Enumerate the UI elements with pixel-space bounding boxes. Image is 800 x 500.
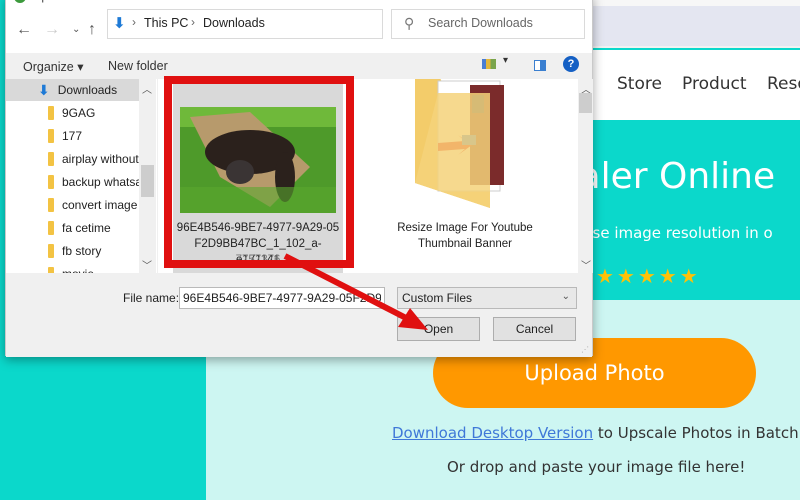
address-bar[interactable]: ⬇ › This PC › Downloads ⌄ ↻ <box>107 9 478 39</box>
file-name-line-3: 7757376 <box>235 254 281 266</box>
scrollbar-thumb[interactable] <box>579 93 592 113</box>
tree-item-177[interactable]: 177 <box>6 125 144 147</box>
drop-hint: Or drop and paste your image file here! <box>447 458 746 476</box>
help-icon[interactable]: ? <box>563 56 579 72</box>
tree-item-convert-image[interactable]: convert image <box>6 194 144 216</box>
browser-toolbar <box>590 0 800 48</box>
tree-item-label: Downloads <box>57 83 118 97</box>
up-arrow-icon[interactable]: ↑ <box>88 21 96 39</box>
dialog-titlebar: Open ✕ <box>6 0 592 7</box>
download-desktop-line: Download Desktop Version to Upscale Phot… <box>392 424 799 442</box>
tree-item-fb-story[interactable]: fb story <box>6 240 144 262</box>
organize-button[interactable]: Organize ▾ <box>23 59 83 74</box>
breadcrumb-this-pc[interactable]: This PC <box>144 16 188 30</box>
tree-item-backup-whatsapp[interactable]: backup whatsa <box>6 171 144 193</box>
change-view-icon[interactable] <box>482 59 496 69</box>
download-suffix: to Upscale Photos in Batch <box>593 424 799 442</box>
close-icon[interactable]: ✕ <box>572 0 582 3</box>
tree-item-label: 9GAG <box>62 106 96 120</box>
tree-item-label: fb story <box>62 244 102 258</box>
scrollbar-thumb[interactable] <box>141 165 154 197</box>
cat-photo-thumbnail <box>180 107 336 213</box>
new-folder-button[interactable]: New folder <box>108 59 168 73</box>
file-item-cat-photo[interactable]: 96E4B546-9BE7-4977-9A29-05 F2D9BB47BC_1_… <box>173 79 343 273</box>
breadcrumb-separator-icon: › <box>132 15 136 29</box>
file-name-label: File name: <box>123 291 180 305</box>
file-list-scrollbar[interactable]: ︿ ﹀ <box>578 79 593 273</box>
dialog-toolbar: Organize ▾ New folder ▾ ? <box>6 53 592 79</box>
folder-name-line-2: Thumbnail Banner <box>418 238 512 250</box>
open-file-dialog: Open ✕ ← → ⌄ ↑ ⬇ › This PC › Downloads ⌄… <box>5 0 593 357</box>
breadcrumb-separator-icon: › <box>191 15 195 29</box>
folder-name-line-1: Resize Image For Youtube <box>397 222 533 234</box>
tree-item-label: 177 <box>62 129 83 143</box>
file-list: 96E4B546-9BE7-4977-9A29-05 F2D9BB47BC_1_… <box>158 79 593 273</box>
search-box[interactable]: ⚲ <box>391 9 585 39</box>
search-icon: ⚲ <box>404 15 415 31</box>
download-desktop-link[interactable]: Download Desktop Version <box>392 424 593 442</box>
tree-item-label: backup whatsa <box>62 175 143 189</box>
tree-item-movie[interactable]: movie <box>6 263 144 273</box>
breadcrumb-downloads[interactable]: Downloads <box>203 16 265 30</box>
tree-item-label: convert image <box>62 198 138 212</box>
file-type-value: Custom Files <box>402 291 473 305</box>
open-button[interactable]: Open <box>397 317 480 341</box>
folder-icon <box>48 221 54 235</box>
recent-locations-chevron-icon[interactable]: ⌄ <box>72 24 80 35</box>
nav-resources[interactable]: Reso <box>767 74 800 94</box>
site-header: Store Product Reso <box>590 50 800 120</box>
dialog-footer: File name: Custom Files ⌄ Open Cancel ⋰ <box>6 273 592 357</box>
file-name-input[interactable] <box>179 287 385 309</box>
folder-preview-icon <box>415 79 504 208</box>
folder-icon <box>48 175 54 189</box>
nav-pane-scrollbar[interactable]: ︿ ﹀ <box>139 79 156 273</box>
folder-icon <box>48 198 54 212</box>
download-location-icon: ⬇ <box>113 15 126 32</box>
folder-icon <box>48 129 54 143</box>
nav-product[interactable]: Product <box>682 74 747 94</box>
rating-stars: ★★★★★ <box>596 266 701 288</box>
navigation-pane: ⬇ Downloads 9GAG 177 airplay without bac… <box>6 79 157 273</box>
app-icon <box>14 0 26 3</box>
file-type-select[interactable]: Custom Files ⌄ <box>397 287 577 309</box>
tree-item-label: airplay without <box>62 152 139 166</box>
folder-icon <box>48 152 54 166</box>
resize-grip-icon[interactable]: ⋰ <box>581 345 589 354</box>
tree-item-9gag[interactable]: 9GAG <box>6 102 144 124</box>
tree-item-airplay[interactable]: airplay without <box>6 148 144 170</box>
tree-item-label: fa cetime <box>62 221 111 235</box>
nav-store[interactable]: Store <box>617 74 662 94</box>
search-input[interactable] <box>428 16 578 30</box>
scroll-up-icon[interactable]: ︿ <box>142 81 152 96</box>
folder-icon <box>48 244 54 258</box>
file-item-youtube-folder[interactable]: Resize Image For Youtube Thumbnail Banne… <box>370 79 560 273</box>
scroll-down-icon[interactable]: ﹀ <box>581 257 591 272</box>
forward-arrow-icon[interactable]: → <box>44 21 60 39</box>
folder-icon <box>48 106 54 120</box>
scroll-down-icon[interactable]: ﹀ <box>142 257 152 272</box>
dialog-title: Open <box>32 0 61 3</box>
download-arrow-icon: ⬇ <box>38 81 50 98</box>
tree-item-downloads[interactable]: ⬇ Downloads <box>6 79 144 101</box>
view-dropdown-icon[interactable]: ▾ <box>503 55 508 66</box>
chevron-down-icon: ⌄ <box>561 291 570 302</box>
tree-item-fa-cetime[interactable]: fa cetime <box>6 217 144 239</box>
back-arrow-icon[interactable]: ← <box>16 21 32 39</box>
preview-pane-icon[interactable] <box>534 60 546 71</box>
address-row: ← → ⌄ ↑ ⬇ › This PC › Downloads ⌄ ↻ ⚲ <box>6 7 592 53</box>
file-name-line-1: 96E4B546-9BE7-4977-9A29-05 <box>176 222 340 234</box>
cancel-button[interactable]: Cancel <box>493 317 576 341</box>
